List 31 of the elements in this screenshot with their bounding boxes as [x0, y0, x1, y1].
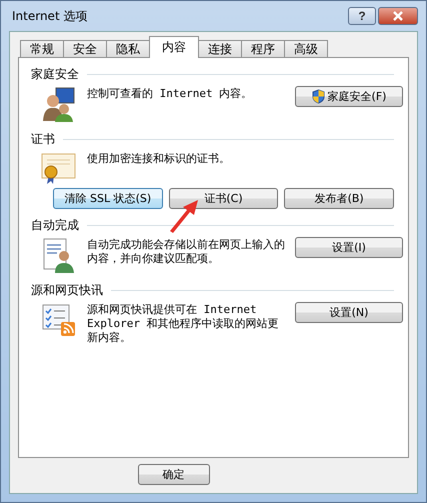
section-button[interactable]: 家庭安全(F) [295, 86, 403, 107]
section-heading: 证书 [31, 131, 55, 148]
tab[interactable]: 高级 [284, 40, 328, 58]
help-button[interactable]: ? [348, 7, 376, 25]
section-button[interactable]: 设置(N) [295, 302, 403, 323]
tab[interactable]: 安全 [63, 40, 107, 58]
section-heading: 家庭安全 [31, 66, 79, 83]
pointer-arrow [169, 199, 199, 233]
section-description: 源和网页快讯提供可在 Internet Explorer 和其他程序中读取的网站更新内容。 [87, 302, 280, 345]
section-description: 控制可查看的 Internet 内容。 [87, 86, 254, 101]
section-button[interactable]: 清除 SSL 状态(S) [53, 188, 163, 209]
section-heading: 自动完成 [31, 217, 79, 234]
close-icon [392, 11, 404, 21]
section-button[interactable]: 证书(C) [168, 188, 278, 209]
section-heading: 源和网页快讯 [31, 282, 103, 299]
section-description: 自动完成功能会存储以前在网页上输入的内容，并向你建议匹配项。 [87, 237, 286, 266]
form-user-icon [43, 238, 75, 274]
tab[interactable]: 内容 [149, 36, 199, 58]
section-button[interactable]: 发布者(B) [284, 188, 394, 209]
section-button[interactable]: 设置(I) [295, 237, 403, 258]
tab[interactable]: 程序 [241, 40, 285, 58]
ok-button[interactable]: 确定 [138, 464, 210, 485]
tab[interactable]: 常规 [20, 40, 64, 58]
tab[interactable]: 连接 [198, 40, 242, 58]
certificate-icon [41, 152, 77, 186]
window-title: Internet 选项 [12, 8, 88, 24]
close-button[interactable] [378, 7, 418, 25]
tab[interactable]: 隐私 [106, 40, 150, 58]
section-description: 使用加密连接和标识的证书。 [87, 151, 231, 166]
users-icon [42, 87, 76, 123]
feed-list-icon [42, 303, 76, 337]
